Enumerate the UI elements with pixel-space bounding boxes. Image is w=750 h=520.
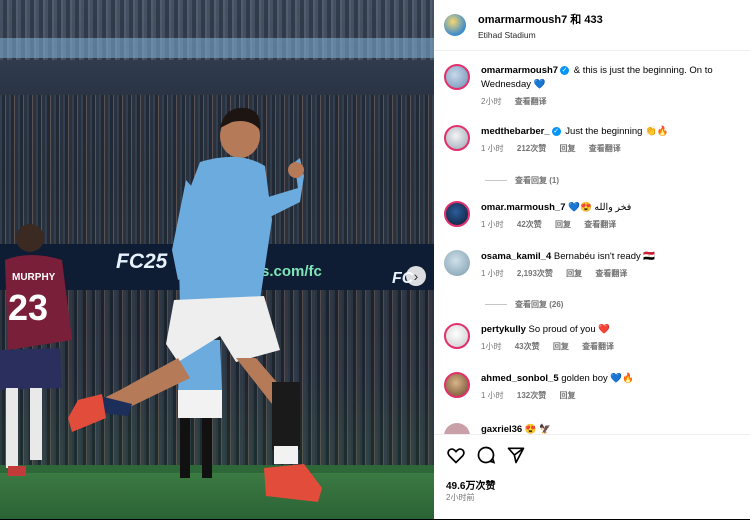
comment-item: pertykully So proud of you ❤️ 1小时 43次赞 回… bbox=[444, 323, 741, 352]
commenter-avatar[interactable] bbox=[444, 64, 470, 90]
reply-button[interactable]: 回复 bbox=[560, 391, 576, 400]
verified-icon: ✓ bbox=[551, 126, 561, 136]
comment-likes[interactable]: 212次赞 bbox=[517, 144, 546, 153]
comment-panel: omarmarmoush7 和 433 Etihad Stadium omarm… bbox=[434, 0, 750, 519]
comment-username[interactable]: osama_kamil_4 bbox=[481, 251, 551, 262]
comment-item: omarmarmoush7 ✓ & this is just the beginn… bbox=[444, 64, 741, 107]
comment-text: 💙😍 فخر والله bbox=[568, 202, 632, 213]
post-authors[interactable]: omarmarmoush7 和 433 bbox=[478, 11, 603, 27]
comment-likes[interactable]: 2,193次赞 bbox=[517, 269, 553, 278]
comment-username[interactable]: medthebarber_ bbox=[481, 126, 550, 137]
opponent-name: MURPHY bbox=[12, 272, 56, 283]
post-header: omarmarmoush7 和 433 Etihad Stadium bbox=[434, 0, 750, 51]
upper-banner bbox=[0, 38, 434, 58]
comment-username[interactable]: omarmarmoush7 bbox=[481, 65, 558, 76]
comment-time: 1 小时 bbox=[481, 144, 504, 153]
comment-username[interactable]: pertykully bbox=[481, 324, 526, 335]
comment-likes[interactable]: 132次赞 bbox=[517, 391, 546, 400]
reply-button[interactable]: 回复 bbox=[566, 269, 582, 278]
celebrating-player bbox=[68, 107, 322, 502]
like-count[interactable]: 49.6万次赞 bbox=[446, 477, 495, 492]
comment-item: medthebarber_ ✓ Just the beginning 👏🔥 1 小… bbox=[444, 125, 741, 154]
commenter-avatar[interactable] bbox=[444, 423, 470, 434]
translate-link[interactable]: 查看翻译 bbox=[515, 97, 547, 106]
translate-link[interactable]: 查看翻译 bbox=[589, 144, 621, 153]
view-replies-button[interactable]: 查看回复 (26) bbox=[485, 299, 563, 310]
comment-list[interactable]: omarmarmoush7 ✓ & this is just the beginn… bbox=[434, 51, 750, 434]
post-photo[interactable]: FC25 ts.com/fc FC MURPHY 23 › bbox=[0, 0, 434, 519]
comment-time: 1 小时 bbox=[481, 391, 504, 400]
reply-button[interactable]: 回复 bbox=[560, 144, 576, 153]
comment-time: 1小时 bbox=[481, 342, 502, 351]
comment-item: osama_kamil_4 Bernabéu isn't ready 🇪🇬 1 … bbox=[444, 250, 741, 279]
comment-time: 1 小时 bbox=[481, 220, 504, 229]
translate-link[interactable]: 查看翻译 bbox=[582, 342, 614, 351]
comment-time: 1 小时 bbox=[481, 269, 504, 278]
comment-username[interactable]: gaxriel36 bbox=[481, 424, 522, 434]
post-viewer: FC25 ts.com/fc FC MURPHY 23 › omarmarmou… bbox=[0, 0, 750, 519]
comment-item: omar.marmoush_7 💙😍 فخر والله 1 小时 42次赞 回… bbox=[444, 201, 741, 230]
translate-link[interactable]: 查看翻译 bbox=[595, 269, 627, 278]
comment-username[interactable]: ahmed_sonbol_5 bbox=[481, 373, 559, 384]
commenter-avatar[interactable] bbox=[444, 201, 470, 227]
commenter-avatar[interactable] bbox=[444, 125, 470, 151]
commenter-avatar[interactable] bbox=[444, 323, 470, 349]
post-time: 2小时前 bbox=[446, 493, 475, 502]
comment-text: So proud of you ❤️ bbox=[528, 324, 611, 335]
comment-text: Bernabéu isn't ready 🇪🇬 bbox=[553, 251, 656, 262]
comment-text: 😍 🦅 bbox=[524, 424, 552, 434]
view-replies-label: 查看回复 (1) bbox=[515, 176, 559, 185]
comment-time: 2小时 bbox=[481, 97, 502, 106]
comment-icon[interactable] bbox=[476, 445, 496, 465]
reply-button[interactable]: 回复 bbox=[555, 220, 571, 229]
heart-icon[interactable] bbox=[446, 445, 466, 465]
comment-likes[interactable]: 43次赞 bbox=[515, 342, 540, 351]
comment-item: gaxriel36 😍 🦅 bbox=[444, 423, 741, 434]
post-location[interactable]: Etihad Stadium bbox=[478, 30, 603, 40]
comment-item: ahmed_sonbol_5 golden boy 💙🔥 1 小时 132次赞 … bbox=[444, 372, 741, 401]
commenter-avatar[interactable] bbox=[444, 250, 470, 276]
author-avatar[interactable] bbox=[444, 14, 466, 36]
translate-link[interactable]: 查看翻译 bbox=[584, 220, 616, 229]
reply-button[interactable]: 回复 bbox=[553, 342, 569, 351]
comment-likes[interactable]: 42次赞 bbox=[517, 220, 542, 229]
comment-username[interactable]: omar.marmoush_7 bbox=[481, 202, 565, 213]
verified-icon: ✓ bbox=[560, 65, 570, 75]
comment-text: Just the beginning 👏🔥 bbox=[565, 126, 669, 137]
comment-text: golden boy 💙🔥 bbox=[561, 373, 635, 384]
share-icon[interactable] bbox=[506, 445, 526, 465]
post-actions: 49.6万次赞 2小时前 bbox=[434, 434, 750, 520]
commenter-avatar[interactable] bbox=[444, 372, 470, 398]
view-replies-label: 查看回复 (26) bbox=[515, 300, 564, 309]
next-photo-button[interactable]: › bbox=[406, 266, 426, 286]
view-replies-button[interactable]: 查看回复 (1) bbox=[485, 175, 559, 186]
opponent-number: 23 bbox=[8, 287, 48, 328]
